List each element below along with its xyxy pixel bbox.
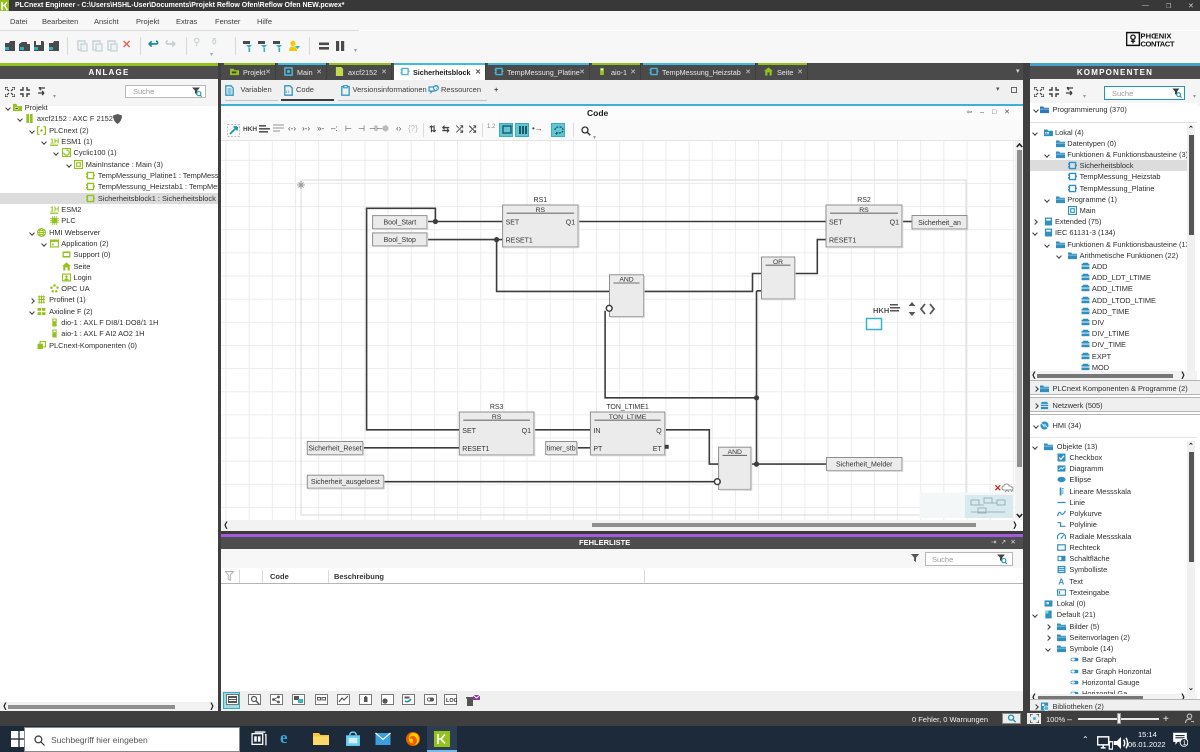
svg-text:1H: 1H [50, 137, 59, 145]
svg-text:‹›: ‹› [286, 90, 290, 96]
svg-text:✕: ✕ [994, 483, 1002, 493]
svg-text:RS2: RS2 [857, 197, 871, 204]
svg-text:Sicherheit_an: Sicherheit_an [918, 220, 961, 227]
svg-text:RS1: RS1 [534, 197, 548, 204]
svg-text:Q1: Q1 [890, 220, 899, 227]
svg-text:RS3: RS3 [490, 404, 504, 411]
svg-text:A: A [1058, 577, 1064, 585]
svg-text:IN: IN [593, 428, 600, 435]
svg-text:Bool_Stop: Bool_Stop [384, 237, 416, 244]
svg-text:Q: Q [656, 428, 662, 435]
svg-text:1H: 1H [50, 205, 59, 213]
svg-text:1: 1 [1183, 740, 1187, 747]
svg-text:SET: SET [506, 220, 520, 227]
svg-text:HKH: HKH [873, 306, 889, 315]
svg-text:Q1: Q1 [566, 220, 575, 227]
svg-text:RESET1: RESET1 [462, 446, 489, 453]
svg-text:Sicherheit_ausgeloest: Sicherheit_ausgeloest [311, 479, 380, 486]
svg-text:CONTACT: CONTACT [1141, 39, 1175, 48]
svg-text:Sicherheit_Melder: Sicherheit_Melder [836, 462, 893, 469]
svg-text:LOG: LOG [446, 698, 457, 704]
svg-text:RESET1: RESET1 [829, 238, 856, 245]
svg-text:TON_LTIME1: TON_LTIME1 [606, 404, 649, 411]
svg-text:timer_stb: timer_stb [547, 446, 576, 453]
svg-text:SET: SET [462, 428, 476, 435]
svg-text:RESET1: RESET1 [506, 238, 533, 245]
svg-text:Q1: Q1 [522, 428, 531, 435]
svg-text:Bool_Start: Bool_Start [383, 220, 416, 227]
svg-text:PT: PT [593, 446, 603, 453]
svg-text:Sicherheit_Reset: Sicherheit_Reset [308, 446, 361, 453]
svg-text:SET: SET [829, 220, 843, 227]
svg-text:ET: ET [653, 446, 663, 453]
svg-text:?: ? [435, 86, 438, 92]
